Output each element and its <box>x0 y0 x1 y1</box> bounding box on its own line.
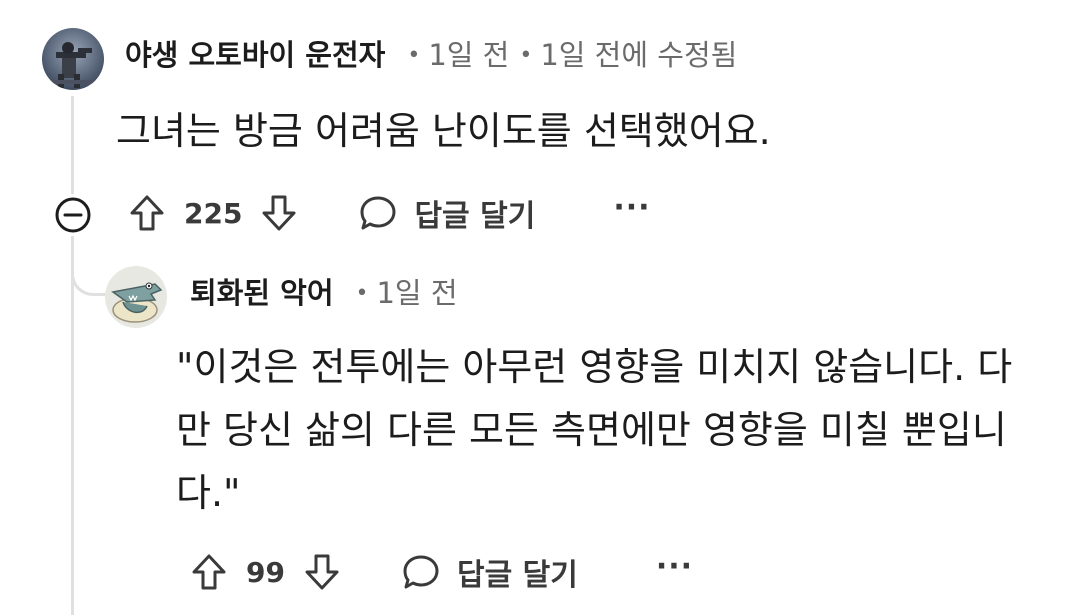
minus-circle-icon <box>55 197 91 233</box>
reply-actions: 99 답글 달기 ··· <box>190 549 693 594</box>
reply-label: 답글 달기 <box>456 558 578 593</box>
comment-actions: 225 답글 달기 ··· <box>128 190 651 235</box>
reply-body: "이것은 전투에는 아무런 영향을 미치지 않습니다. 다만 당신 삶의 다른 … <box>176 345 1013 515</box>
reply-connector <box>71 248 109 296</box>
separator-dot: • <box>355 281 369 306</box>
edited-timestamp: 1일 전 <box>540 38 622 72</box>
collapse-thread-button[interactable] <box>53 195 93 235</box>
upvote-button[interactable] <box>128 193 166 233</box>
thread-line <box>71 236 74 615</box>
speech-bubble-icon <box>403 555 439 589</box>
speech-bubble-icon <box>360 196 396 230</box>
comment-meta: 야생 오토바이 운전자 • 1일 전 • 1일 전에 수정됨 <box>125 32 737 74</box>
more-options-button[interactable]: ··· <box>656 549 693 584</box>
separator-dot: • <box>519 43 533 68</box>
timestamp: 1일 전 <box>376 276 458 310</box>
avatar[interactable] <box>105 266 167 328</box>
thread-line <box>71 96 74 194</box>
reply-button[interactable]: 답글 달기 <box>401 550 578 594</box>
crocodile-avatar-icon <box>105 266 167 328</box>
vote-score: 99 <box>246 555 285 589</box>
downvote-button[interactable] <box>303 552 341 592</box>
downvote-button[interactable] <box>260 193 298 233</box>
vote-score: 225 <box>184 196 243 230</box>
comment-body: 그녀는 방금 어려움 난이도를 선택했어요. <box>116 109 771 153</box>
reply-label: 답글 달기 <box>414 199 536 234</box>
separator-dot: • <box>407 43 421 68</box>
author-name[interactable]: 퇴화된 악어 <box>190 270 334 312</box>
timestamp: 1일 전 <box>428 38 510 72</box>
reply-button[interactable]: 답글 달기 <box>358 191 535 235</box>
avatar[interactable] <box>42 28 104 90</box>
arrow-down-icon <box>262 195 296 231</box>
arrow-down-icon <box>305 554 339 590</box>
author-name[interactable]: 야생 오토바이 운전자 <box>125 32 385 74</box>
more-options-button[interactable]: ··· <box>613 190 650 225</box>
soldier-avatar-icon <box>42 28 104 90</box>
edited-label: 에 수정됨 <box>621 38 738 72</box>
arrow-up-icon <box>192 554 226 590</box>
reply-meta: 퇴화된 악어 • 1일 전 <box>190 270 458 312</box>
arrow-up-icon <box>130 195 164 231</box>
upvote-button[interactable] <box>190 552 228 592</box>
